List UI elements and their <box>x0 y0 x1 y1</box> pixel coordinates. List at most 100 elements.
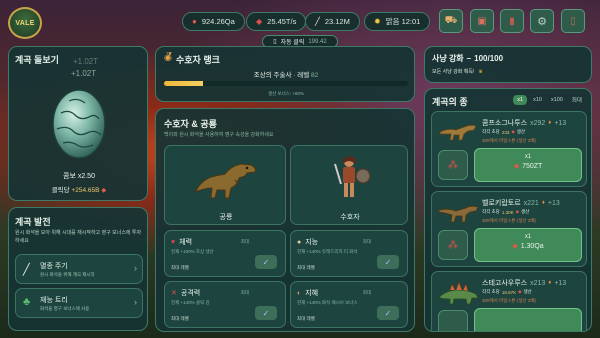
species-card: 벨로키랍토르 x221 ♦ +13 각각 초당 1.30K ◆ 생산 300에서… <box>431 191 587 267</box>
species-name: 스테고사우루스 <box>482 280 528 287</box>
species-card: 콤프소그나투스 x292 ♦ +13 각각 초당 233 ◆ 생산 300에서 … <box>431 111 587 187</box>
logo-text: VALE <box>15 19 35 27</box>
fire-icon: ♦ <box>548 120 552 126</box>
species-name: 벨로키랍토르 <box>482 200 521 207</box>
multiplier-x100[interactable]: x100 <box>548 95 566 105</box>
extinction-cycle-label: 멸종 주기 <box>40 263 68 270</box>
species-info-button[interactable]: ⁂ <box>438 230 468 260</box>
stegosaurus-sprite <box>439 281 479 305</box>
guardian-rank-title: 수호자 랭크 <box>176 55 220 65</box>
dna-icon: ⁂ <box>448 239 458 251</box>
settings-button[interactable]: ⚙ <box>530 9 554 33</box>
stat-health-maxed-button[interactable]: ✓ <box>255 255 277 269</box>
multiplier-selector: x1 x10 x100 최대 <box>513 94 585 106</box>
stat-health-max: 최대 <box>240 239 249 244</box>
stat-intelligence-maxed-button[interactable]: ✓ <box>377 255 399 269</box>
rank-name: 조상의 주술사 <box>253 72 292 79</box>
egg-panel: 계곡 돌보기 +1.02T +1.02T 콤보 x2.50 클릭당 +254.6… <box>8 46 148 201</box>
floating-gain-2: +1.02T <box>71 69 97 78</box>
phone-icon: ▯ <box>273 39 277 45</box>
owl-icon: ◐ <box>297 289 302 297</box>
stat-attack: ✕ 공격력 최대 현재 +140% 클릭 강 최대 레벨 ✓ <box>164 281 286 328</box>
weather-value: 맑음 12:01 <box>385 17 421 26</box>
species-prod-suffix: 생산 <box>523 289 532 294</box>
species-prod-suffix: 생산 <box>521 209 530 214</box>
species-info-button[interactable] <box>438 310 468 331</box>
species-buy-button[interactable]: x1 ◆ 1.30Qa <box>474 228 582 262</box>
stat-attack-max: 최대 <box>240 290 249 295</box>
species-bonus: +13 <box>547 199 560 207</box>
species-bonus: +13 <box>554 119 567 127</box>
hunt-panel: 사냥 강화 – 100/100 모든 사냥 강화 획득! ♛ <box>424 46 592 83</box>
stat-health-desc: 현재 +100% 조상 생산 <box>171 249 214 254</box>
guardians-desc: 백이와 원시 화석을 사용하여 영구 속성을 강화하세요 <box>164 132 274 138</box>
floating-gain-1: +1.02T <box>73 57 99 66</box>
dinosaur-egg[interactable] <box>49 83 109 161</box>
stat-attack-maxed-button[interactable]: ✓ <box>255 306 277 320</box>
talent-tree-button[interactable]: ♣ 재능 트리 화석을 영구 보너스에 사용 › <box>15 288 143 318</box>
stat-intelligence: ● 지능 최대 현재 +140% 유래드리지 티 화석 최대 레벨 ✓ <box>290 230 408 277</box>
chest-icon: ▣ <box>477 15 487 27</box>
species-panel: 계곡의 종 x1 x10 x100 최대 콤프소그나투스 x292 ♦ +13 … <box>424 88 592 332</box>
extinction-cycle-button[interactable]: ╱ 멸종 주기 원시 화석을 위해 계곡 재시작 › <box>15 254 143 284</box>
stat-wisdom-status: 최대 레벨 <box>297 316 315 321</box>
autoclick-label: 자동 클릭 <box>280 40 305 46</box>
bone-value: 23.12M <box>324 17 350 26</box>
steak-icon: ◆ <box>512 243 518 250</box>
shop-button[interactable]: ⛟ <box>439 9 463 33</box>
per-click-value: +254.65B <box>71 187 100 194</box>
species-prod-suffix: 생산 <box>516 129 526 134</box>
species-prod-value: 18.67K <box>501 289 517 295</box>
species-info-button[interactable]: ⁂ <box>438 150 468 180</box>
species-buy-button[interactable] <box>474 308 582 331</box>
species-milestone: 300에서 마일스톤 (생산 2배) <box>482 218 537 223</box>
stat-health-label: 체력 <box>179 239 193 246</box>
progress-panel-title: 계곡 발전 <box>15 217 51 227</box>
tree-icon: ♣ <box>23 296 31 308</box>
species-count: x221 <box>523 199 539 207</box>
rank-separator: · <box>293 72 296 79</box>
meat-icon: ◆ <box>518 289 522 294</box>
stat-attack-desc: 현재 +140% 클릭 강 <box>171 300 210 305</box>
production-rate: ◆ 25.45T/s <box>246 12 307 31</box>
stat-attack-status: 최대 레벨 <box>171 316 189 321</box>
egg-panel-title: 계곡 돌보기 <box>15 55 59 65</box>
exit-button[interactable]: ▯ <box>561 9 585 33</box>
guardian-card[interactable]: 수호자 <box>290 145 408 225</box>
species-count: x213 <box>530 279 546 287</box>
heart-icon: ♥ <box>171 238 176 246</box>
species-buy-button[interactable]: x1 ◆ 750ZT <box>474 148 582 182</box>
rank-progress-track <box>164 81 408 86</box>
species-count: x292 <box>530 119 546 127</box>
guardian-rank-panel: 🏅︎ ◉ 수호자 랭크 조상의 주술사 · 레벨 82 생산 보너스: +80% <box>155 46 415 102</box>
combo-bonus: 콤보 x2.50 <box>63 173 95 180</box>
book-button[interactable]: ▮ <box>500 9 524 33</box>
cart-icon: ⛟ <box>444 14 458 26</box>
multiplier-x10[interactable]: x10 <box>530 95 545 105</box>
gear-icon: ⚙ <box>537 15 547 28</box>
stat-intelligence-desc: 현재 +140% 유래드리지 티 화석 <box>297 249 358 254</box>
multiplier-x1[interactable]: x1 <box>513 95 528 105</box>
hunt-separator: – <box>466 54 472 63</box>
stat-attack-label: 공격력 <box>180 290 201 297</box>
check-icon: ✓ <box>384 257 392 267</box>
multiplier-max[interactable]: 최대 <box>569 94 585 106</box>
claw-icon: ✕ <box>171 290 177 297</box>
extinction-cycle-desc: 원시 화석을 위해 계곡 재시작 <box>40 272 95 277</box>
inventory-button[interactable]: ▣ <box>470 9 494 33</box>
steak-icon: ◆ <box>256 17 263 26</box>
species-prod-label: 각각 초당 <box>482 289 500 294</box>
stat-wisdom-maxed-button[interactable]: ✓ <box>377 306 399 320</box>
brain-icon: ● <box>297 238 302 246</box>
trophy-icon: ♛ <box>478 68 483 75</box>
level-value: 82 <box>311 72 319 79</box>
dinosaur-card[interactable]: 공룡 <box>164 145 286 225</box>
species-prod-label: 각각 초당 <box>482 209 500 214</box>
book-icon: ▮ <box>509 15 515 27</box>
rank-progress-fill <box>164 81 204 86</box>
warrior-illustration <box>334 156 371 197</box>
species-prod-value: 233 <box>501 129 510 135</box>
guardians-panel: 수호자 & 공룡 백이와 원시 화석을 사용하여 영구 속성을 강화하세요 공룡… <box>155 108 415 332</box>
hunt-count: 100/100 <box>474 54 504 63</box>
rank-row: 조상의 주술사 · 레벨 82 <box>156 69 416 79</box>
